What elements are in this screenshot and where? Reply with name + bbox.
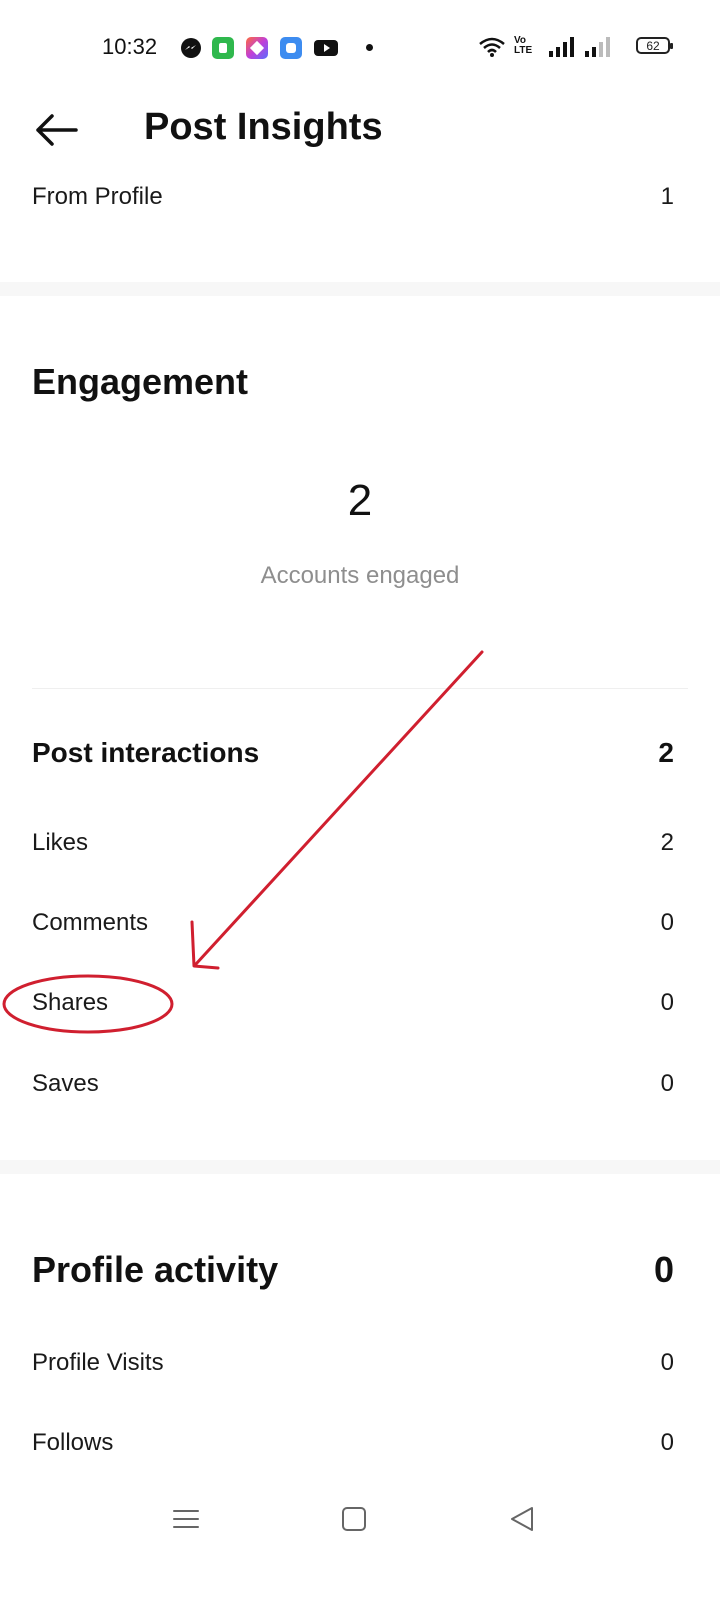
follows-value: 0 [660, 1429, 674, 1456]
home-square-icon[interactable] [340, 1505, 368, 1538]
menu-icon[interactable] [172, 1505, 200, 1538]
annotation-ellipse [2, 974, 174, 1034]
follows-label: Follows [32, 1429, 114, 1456]
annotation-arrow [194, 650, 484, 966]
profile-visits-value: 0 [660, 1349, 674, 1376]
profile-activity-value: 0 [653, 1249, 674, 1290]
profile-visits-label: Profile Visits [32, 1349, 164, 1376]
profile-activity-heading[interactable]: Profile activity [32, 1249, 278, 1291]
back-triangle-icon[interactable] [508, 1505, 536, 1538]
section-divider [0, 1160, 720, 1174]
